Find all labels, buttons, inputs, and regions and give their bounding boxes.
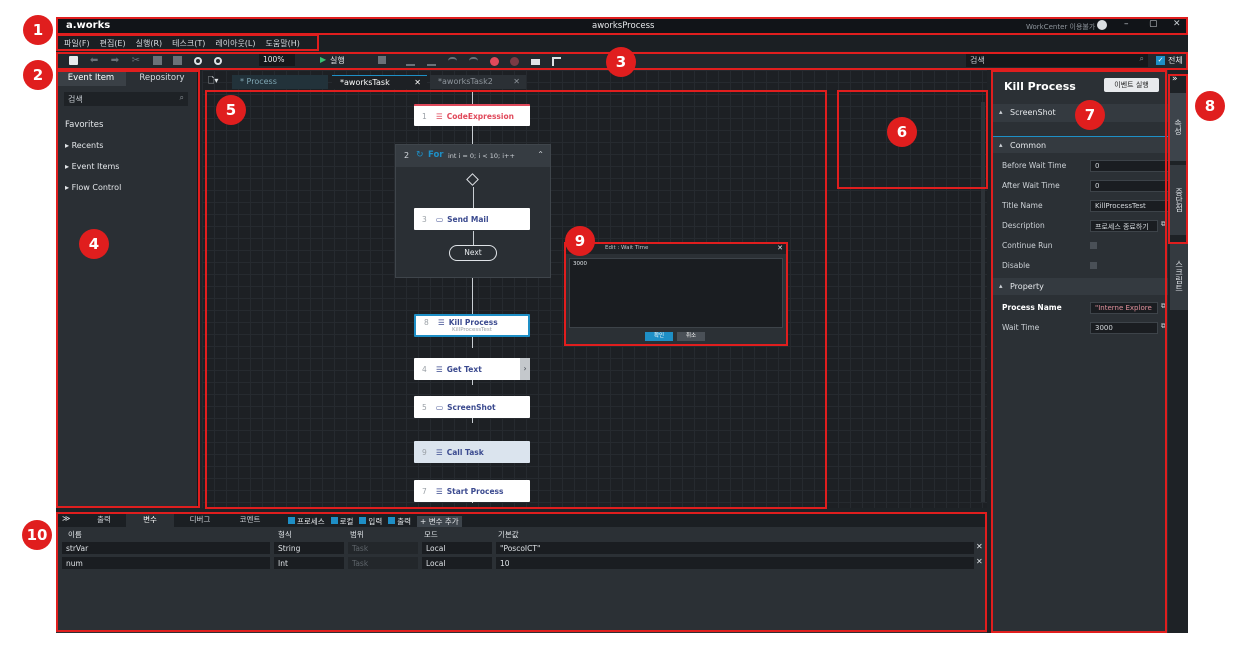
close-icon[interactable]: ✕ xyxy=(513,77,520,86)
tab-label: *aworksTask2 xyxy=(438,77,493,86)
marker-label: 5 xyxy=(225,101,237,119)
tab-label: *aworksTask xyxy=(340,78,390,87)
tab-aworkstask2[interactable]: *aworksTask2 ✕ xyxy=(430,75,526,89)
marker-label: 7 xyxy=(1084,106,1096,124)
marker-label: 1 xyxy=(32,21,44,39)
side-tab-script[interactable]: 스크립트 xyxy=(1170,242,1188,310)
annotation-box-10 xyxy=(56,512,987,632)
marker-label: 8 xyxy=(1204,97,1216,115)
marker-7: 7 xyxy=(1075,100,1105,130)
marker-label: 10 xyxy=(26,526,48,544)
marker-2: 2 xyxy=(23,60,53,90)
marker-9: 9 xyxy=(565,226,595,256)
marker-3: 3 xyxy=(606,47,636,77)
marker-5: 5 xyxy=(216,95,246,125)
annotation-box-1 xyxy=(56,17,1188,35)
marker-6: 6 xyxy=(887,117,917,147)
annotation-box-4 xyxy=(56,70,200,508)
tab-aworkstask[interactable]: *aworksTask ✕ xyxy=(332,75,427,89)
annotation-box-7 xyxy=(991,70,1167,633)
marker-4: 4 xyxy=(79,229,109,259)
marker-label: 3 xyxy=(615,53,627,71)
tab-process[interactable]: * Process xyxy=(232,75,328,89)
marker-10: 10 xyxy=(22,520,52,550)
marker-label: 9 xyxy=(574,232,586,250)
marker-label: 2 xyxy=(32,66,44,84)
annotation-box-8 xyxy=(1168,74,1188,244)
marker-1: 1 xyxy=(23,15,53,45)
new-document-icon[interactable]: 🗋▾ xyxy=(208,75,218,89)
close-icon[interactable]: ✕ xyxy=(414,78,421,87)
annotation-box-menu xyxy=(56,34,319,51)
marker-label: 4 xyxy=(88,235,100,253)
annotation-box-9 xyxy=(564,242,788,346)
marker-label: 6 xyxy=(896,123,908,141)
marker-8: 8 xyxy=(1195,91,1225,121)
